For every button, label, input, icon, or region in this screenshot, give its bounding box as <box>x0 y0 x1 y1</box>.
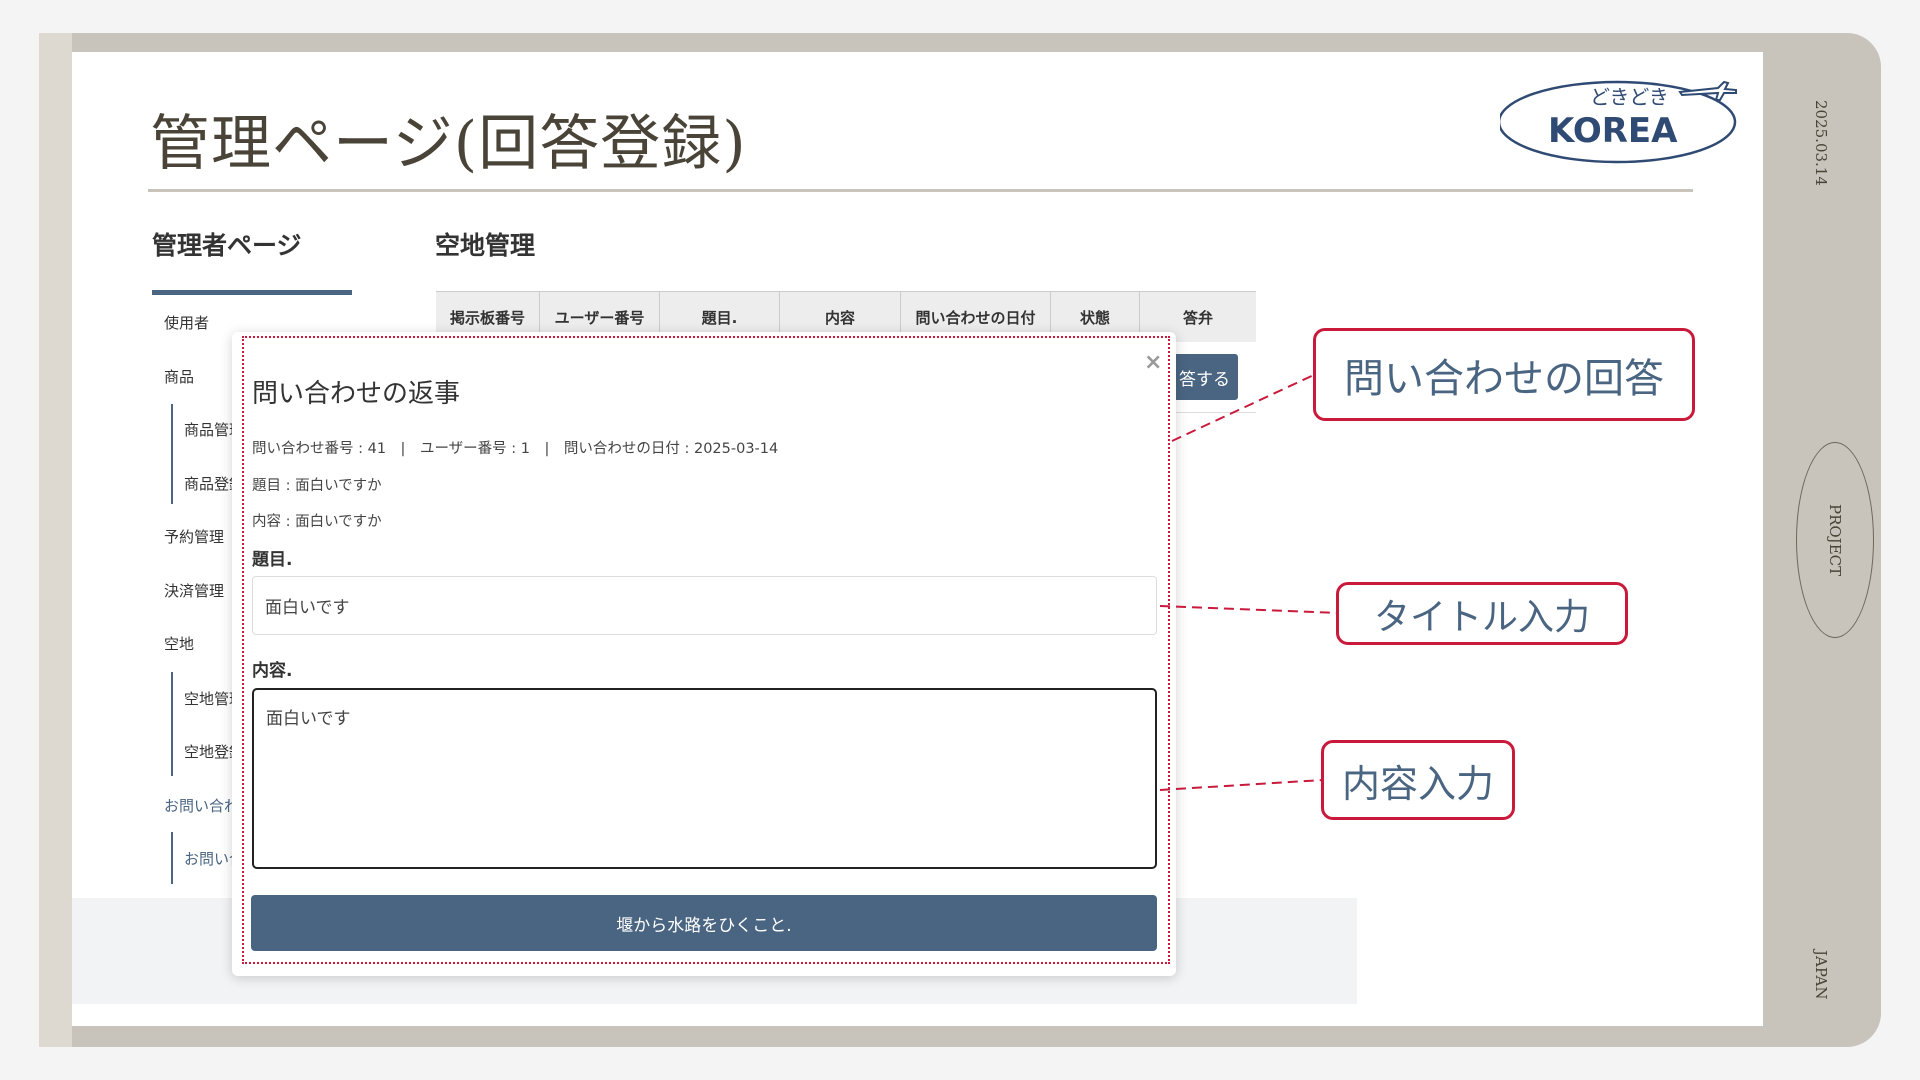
inquiry-content-line: 内容 : 面白いですか <box>252 514 382 530</box>
reply-content-textarea[interactable]: 面白いです <box>252 688 1157 869</box>
modal-highlight-border <box>242 336 1170 964</box>
project-badge: PROJECT <box>1796 442 1874 638</box>
country-label: JAPAN <box>1812 950 1830 1000</box>
section-title: 空地管理 <box>435 231 536 260</box>
sidebar-item-space[interactable]: 空地 <box>164 633 194 654</box>
answer-button[interactable]: 答する <box>1170 354 1238 400</box>
sidebar-submenu-line <box>171 832 173 884</box>
sidebar-submenu-line <box>171 404 173 504</box>
admin-heading-underline <box>152 290 352 295</box>
title-divider <box>148 189 1693 192</box>
inquiry-subject-line: 題目 : 面白いですか <box>252 478 382 494</box>
sidebar-item-payment[interactable]: 決済管理 <box>164 580 224 601</box>
content-field-label: 内容. <box>252 661 293 681</box>
dokidoki-korea-logo: どきどき KOREA <box>1500 80 1737 164</box>
logo-top-text: どきどき <box>1590 85 1669 109</box>
project-label: PROJECT <box>1826 503 1844 577</box>
callout-title-input: タイトル入力 <box>1336 582 1628 645</box>
sidebar-item-reservation[interactable]: 予約管理 <box>164 526 224 547</box>
sidebar-submenu-line <box>171 672 173 776</box>
sidebar-item-product[interactable]: 商品 <box>164 366 194 387</box>
reply-title-input[interactable] <box>252 576 1157 635</box>
callout-reply: 問い合わせの回答 <box>1313 328 1695 421</box>
logo-bottom-text: KOREA <box>1548 111 1678 151</box>
submit-reply-button[interactable]: 堰から水路をひくこと. <box>251 895 1157 951</box>
title-field-label: 題目. <box>252 550 293 570</box>
close-icon[interactable]: × <box>1144 350 1162 375</box>
slide-date: 2025.03.14 <box>1812 100 1830 186</box>
modal-title: 問い合わせの返事 <box>252 379 461 409</box>
callout-content-input: 内容入力 <box>1321 740 1515 820</box>
sidebar-item-user[interactable]: 使用者 <box>164 312 209 333</box>
slide-title: 管理ページ(回答登録) <box>150 109 747 179</box>
inquiry-meta-line: 問い合わせ番号 : 41 | ユーザー番号 : 1 | 問い合わせの日付 : 2… <box>252 441 779 457</box>
slide-left-band <box>39 33 72 1047</box>
admin-page-heading: 管理者ページ <box>152 231 302 260</box>
